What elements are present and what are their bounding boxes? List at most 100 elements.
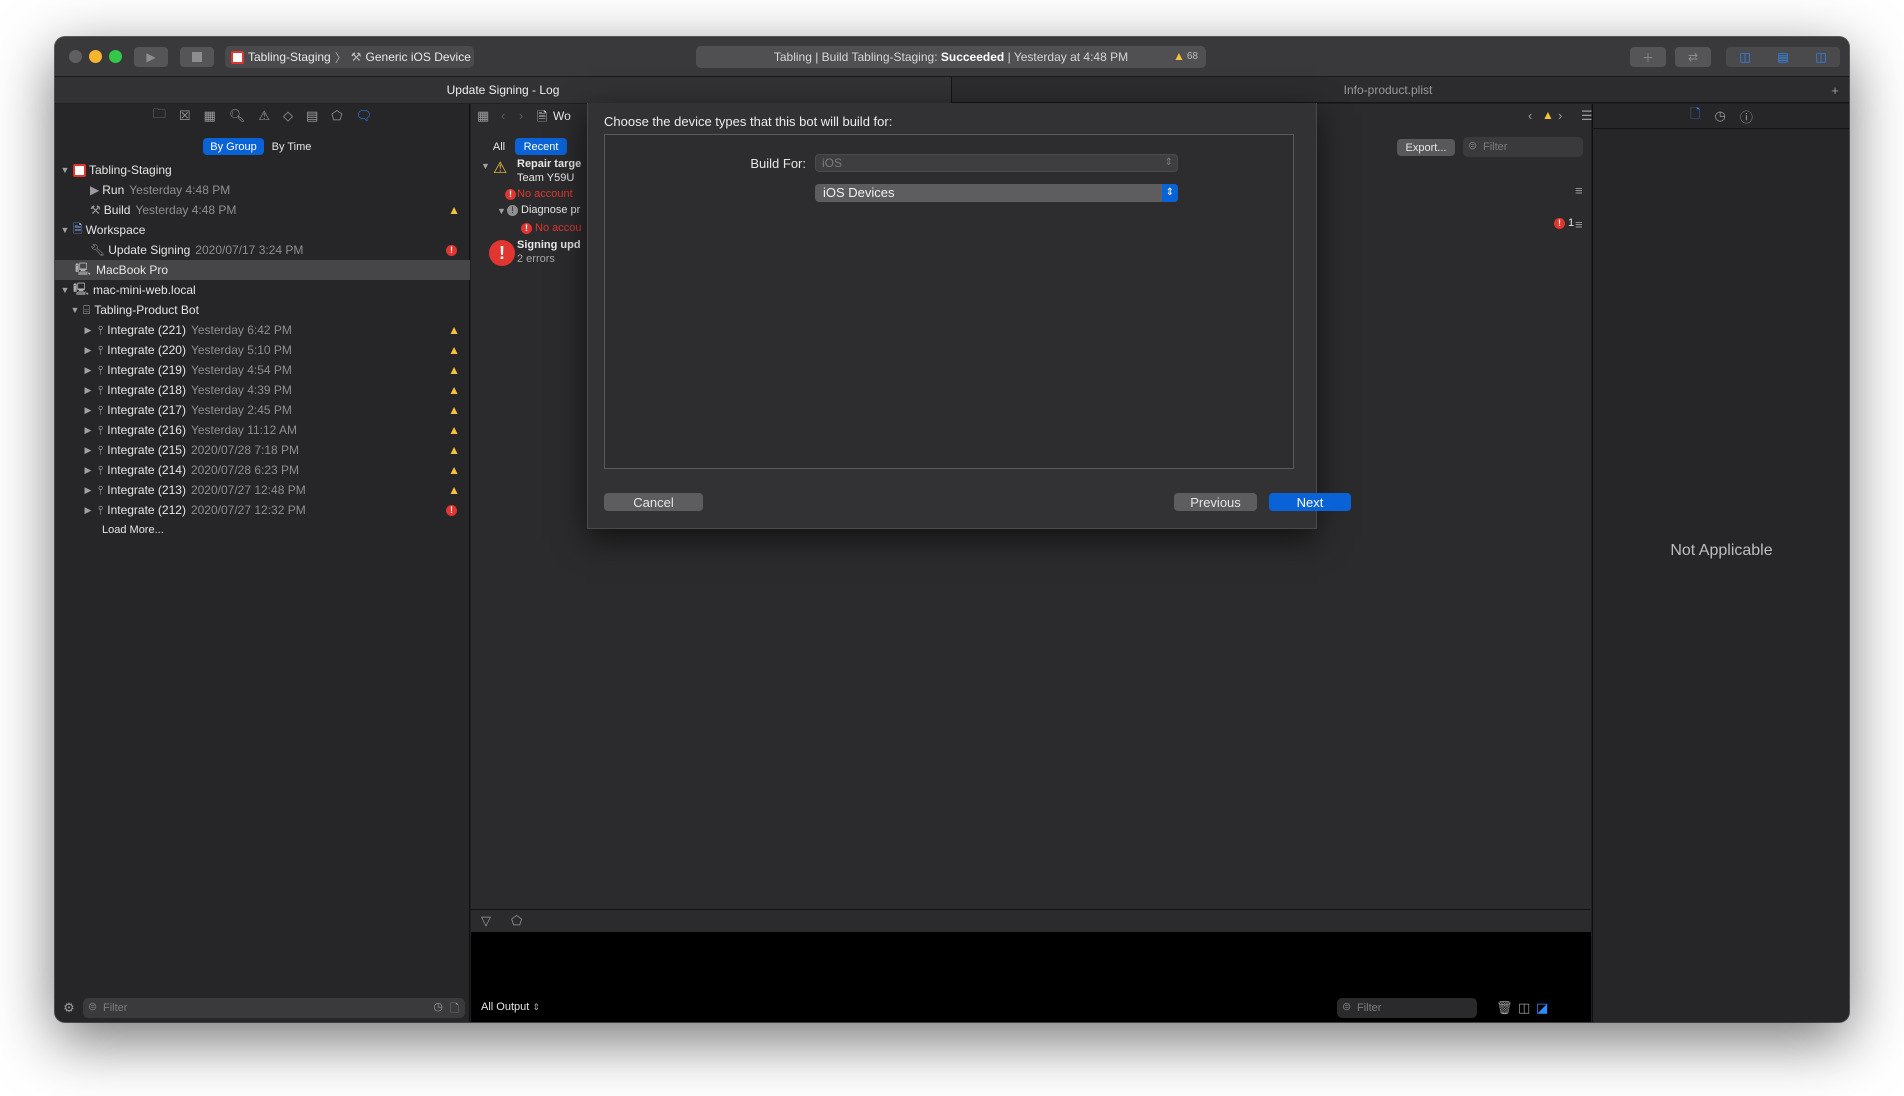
search-icon[interactable]: 🔍︎ — [229, 108, 246, 124]
back-arrow-icon[interactable]: ‹ — [501, 108, 505, 123]
trash-icon[interactable]: 🗑︎ — [1496, 1000, 1513, 1016]
integration-row[interactable]: ▶ ⫯ Integrate (213) 2020/07/27 12:48 PM … — [55, 480, 470, 500]
debug-icon[interactable]: ▤ — [306, 108, 318, 124]
variables-view-icon[interactable]: ◫ — [1518, 1000, 1530, 1016]
next-button[interactable]: Next — [1269, 493, 1351, 511]
left-panel-icon[interactable]: ◫ — [1726, 50, 1764, 64]
file-inspector-icon[interactable]: 🗋︎ — [1690, 105, 1700, 127]
disclosure-open-icon[interactable]: ▼ — [481, 161, 490, 171]
document-icon[interactable]: 🗋︎ — [450, 1000, 459, 1019]
tree-item-build[interactable]: ⚒ Build Yesterday 4:48 PM ▲ — [55, 200, 470, 220]
tab-info-plist[interactable]: Info-product.plist — [953, 77, 1823, 103]
jump-bar-crumb[interactable]: Wo — [553, 109, 571, 123]
disclosure-closed-icon[interactable]: ▶ — [82, 345, 94, 356]
new-tab-button[interactable]: + — [1825, 80, 1845, 100]
hide-debug-icon[interactable]: ▽ — [481, 913, 491, 929]
console-filter-field[interactable]: ⊜ Filter — [1337, 998, 1477, 1018]
export-button[interactable]: Export... — [1397, 139, 1455, 156]
disclosure-closed-icon[interactable]: ▶ — [82, 425, 94, 436]
symbol-icon[interactable]: ▦ — [204, 108, 216, 124]
warning-icon[interactable]: ▲ — [1542, 108, 1554, 122]
tree-item-project[interactable]: ▼ Tabling-Staging — [55, 160, 470, 180]
disclosure-closed-icon[interactable]: ▶ — [82, 465, 94, 476]
disclosure-open-icon[interactable]: ▼ — [59, 225, 71, 235]
integration-row[interactable]: ▶ ⫯ Integrate (217) Yesterday 2:45 PM ▲ — [55, 400, 470, 420]
tree-item-bot[interactable]: ▼ ⌸ Tabling-Product Bot — [55, 300, 470, 320]
zoom-window-button[interactable] — [109, 50, 122, 63]
all-segment[interactable]: All — [487, 138, 511, 155]
integration-row[interactable]: ▶ ⫯ Integrate (221) Yesterday 6:42 PM ▲ — [55, 320, 470, 340]
tree-item-workspace[interactable]: ▼ 🗎︎ Workspace — [55, 220, 470, 240]
clock-icon[interactable]: ◷ — [433, 1000, 443, 1013]
tree-item-server[interactable]: ▼ 🖳︎ mac-mini-web.local — [55, 280, 470, 300]
forward-arrow-icon[interactable]: › — [519, 108, 523, 123]
warning-icon: ▲ — [1172, 49, 1185, 63]
previous-button[interactable]: Previous — [1174, 493, 1257, 511]
scheme-selector[interactable]: Tabling-Staging 〉 ⚒ Generic iOS Device — [225, 46, 474, 68]
tree-item-update-signing[interactable]: 🔧︎ Update Signing 2020/07/17 3:24 PM ! — [55, 240, 470, 260]
stop-button[interactable] — [180, 47, 214, 67]
integration-row[interactable]: ▶ ⫯ Integrate (212) 2020/07/27 12:32 PM … — [55, 500, 470, 520]
console-view-icon[interactable]: ◪ — [1536, 1000, 1548, 1016]
integration-icon: ⫯ — [98, 422, 104, 437]
integration-row[interactable]: ▶ ⫯ Integrate (220) Yesterday 5:10 PM ▲ — [55, 340, 470, 360]
integration-row[interactable]: ▶ ⫯ Integrate (219) Yesterday 4:54 PM ▲ — [55, 360, 470, 380]
by-group-segment[interactable]: By Group — [203, 138, 264, 155]
disclosure-closed-icon[interactable]: ▶ — [82, 445, 94, 456]
disclosure-closed-icon[interactable]: ▶ — [82, 505, 94, 516]
log-repair-title[interactable]: Repair targe — [517, 158, 581, 170]
folder-icon[interactable]: 🗀 — [153, 105, 166, 127]
integration-row[interactable]: ▶ ⫯ Integrate (214) 2020/07/28 6:23 PM ▲ — [55, 460, 470, 480]
disclosure-closed-icon[interactable]: ▶ — [82, 405, 94, 416]
issue-warning-icon[interactable]: ⚠︎ — [258, 108, 270, 124]
console-output[interactable]: All Output ⇕ ⊜ Filter 🗑︎ ◫ ◪ — [471, 932, 1591, 1022]
tree-item-run[interactable]: ▶ Run Yesterday 4:48 PM — [55, 180, 470, 200]
tab-update-signing-log[interactable]: Update Signing - Log — [55, 77, 952, 103]
disclosure-open-icon[interactable]: ▼ — [59, 165, 71, 175]
navigator-filter-field[interactable]: ⊜ Filter ◷ 🗋︎ — [83, 998, 465, 1018]
lines-menu-icon[interactable]: ≡ — [1575, 183, 1583, 198]
log-signing-title[interactable]: Signing upd — [517, 239, 581, 251]
device-type-popup[interactable]: iOS Devices ⇕ — [815, 184, 1178, 202]
test-diamond-icon[interactable]: ◇ — [283, 108, 293, 124]
disclosure-open-icon[interactable]: ▼ — [69, 305, 81, 315]
disclosure-closed-icon[interactable]: ▶ — [82, 385, 94, 396]
integration-row[interactable]: ▶ ⫯ Integrate (218) Yesterday 4:39 PM ▲ — [55, 380, 470, 400]
disclosure-open-icon[interactable]: ▼ — [497, 206, 506, 216]
output-selector[interactable]: All Output ⇕ — [481, 1001, 540, 1013]
breakpoint-icon[interactable]: ⬠ — [511, 913, 522, 929]
load-more-link[interactable]: Load More... — [55, 520, 470, 540]
disclosure-open-icon[interactable]: ▼ — [59, 285, 71, 295]
integration-row[interactable]: ▶ ⫯ Integrate (215) 2020/07/28 7:18 PM ▲ — [55, 440, 470, 460]
warning-count-badge[interactable]: ▲ 68 — [1173, 49, 1198, 63]
gear-icon[interactable]: ⚙ — [61, 999, 77, 1017]
lines-menu-icon[interactable]: ☰ — [1581, 108, 1593, 124]
tree-item-macbook-pro[interactable]: 🖳︎ MacBook Pro — [55, 260, 470, 280]
disclosure-closed-icon[interactable]: ▶ — [82, 325, 94, 336]
library-button[interactable]: ＋ — [1630, 47, 1666, 67]
minimize-window-button[interactable] — [89, 50, 102, 63]
log-diagnose[interactable]: Diagnose pr — [521, 204, 580, 216]
close-window-button[interactable] — [69, 50, 82, 63]
right-panel-icon[interactable]: ◫ — [1802, 50, 1840, 64]
help-icon[interactable]: ⓘ — [1740, 107, 1753, 126]
bottom-panel-icon[interactable]: ▤ — [1764, 50, 1802, 64]
integration-row[interactable]: ▶ ⫯ Integrate (216) Yesterday 11:12 AM ▲ — [55, 420, 470, 440]
tab-label: Update Signing - Log — [446, 83, 560, 97]
disclosure-closed-icon[interactable]: ▶ — [82, 485, 94, 496]
breakpoint-icon[interactable]: ⬠ — [331, 108, 342, 124]
lines-menu-icon[interactable]: ≡ — [1575, 217, 1583, 232]
recent-segment[interactable]: Recent — [515, 138, 567, 155]
log-filter-field[interactable]: ⊜ Filter — [1463, 137, 1583, 157]
code-review-button[interactable]: ⇄ — [1675, 47, 1711, 67]
source-control-icon[interactable]: ☒ — [179, 108, 191, 124]
related-items-icon[interactable]: ▦ — [477, 108, 489, 124]
report-icon[interactable]: 🗨︎ — [356, 108, 373, 124]
chevron-right-icon[interactable]: › — [1558, 108, 1562, 123]
cancel-button[interactable]: Cancel — [604, 493, 703, 511]
history-clock-icon[interactable]: ◷ — [1715, 108, 1726, 124]
run-button[interactable]: ▶ — [134, 47, 168, 67]
chevron-left-icon[interactable]: ‹ — [1528, 108, 1532, 123]
by-time-segment[interactable]: By Time — [266, 138, 317, 155]
disclosure-closed-icon[interactable]: ▶ — [82, 365, 94, 376]
